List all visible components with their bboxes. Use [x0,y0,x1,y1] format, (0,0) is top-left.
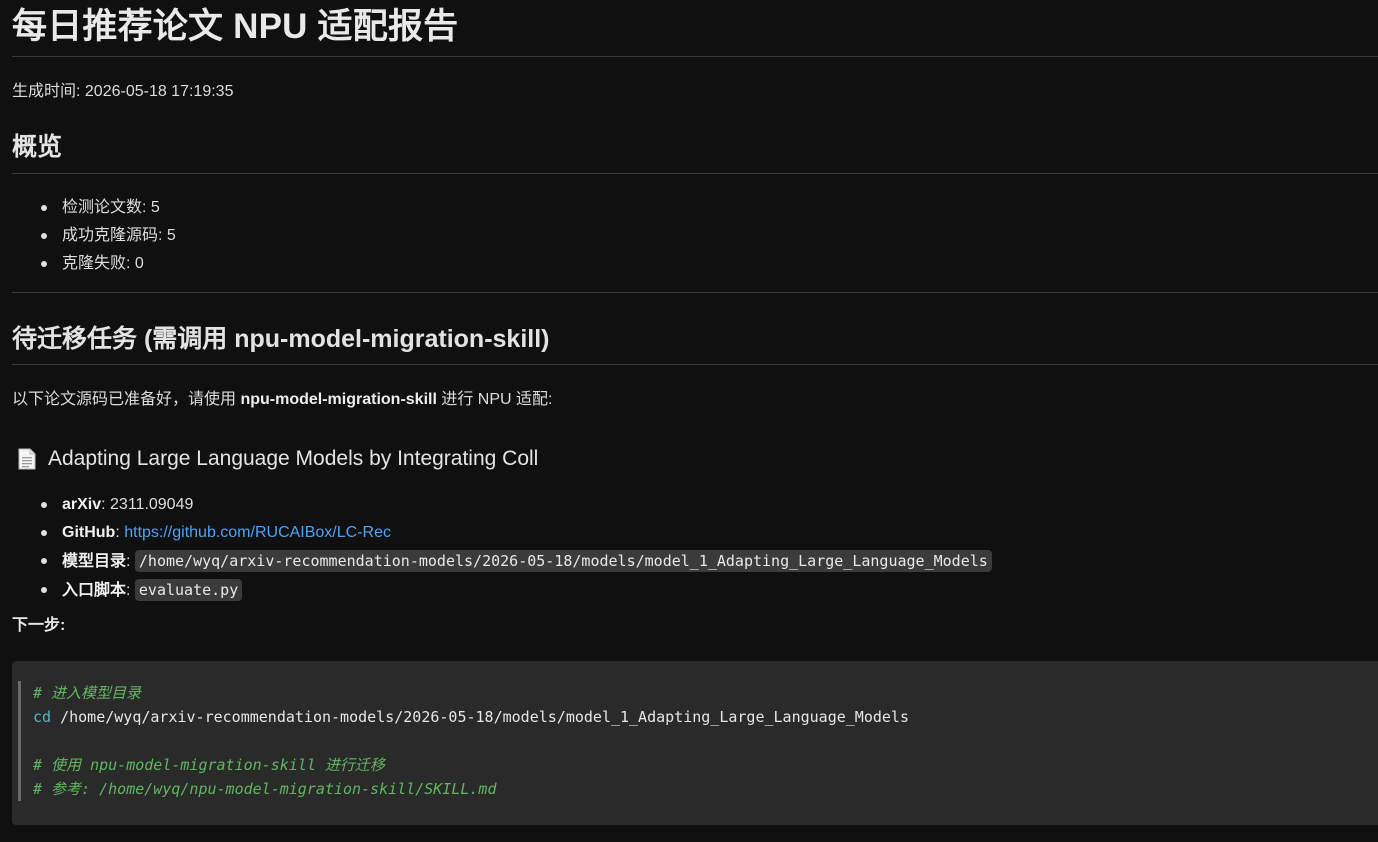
section-divider [12,292,1378,293]
code-content: # 进入模型目录 cd /home/wyq/arxiv-recommendati… [18,681,1378,801]
list-item: 成功克隆源码: 5 [12,222,1378,250]
overview-heading: 概览 [12,133,63,161]
model-dir-path: /home/wyq/arxiv-recommendation-models/20… [134,550,992,572]
paper-title: Adapting Large Language Models by Integr… [48,447,539,470]
code-comment: # 使用 npu-model-migration-skill 进行迁移 [33,756,385,774]
generated-time: 生成时间: 2026-05-18 17:19:35 [12,83,234,100]
list-item-model-dir: 模型目录: /home/wyq/arxiv-recommendation-mod… [12,547,1378,576]
page-title: 每日推荐论文 NPU 适配报告 [12,7,459,46]
intro-skill-name: npu-model-migration-skill [240,391,437,408]
code-argument: /home/wyq/arxiv-recommendation-models/20… [51,708,909,726]
pending-intro: 以下论文源码已准备好，请使用 npu-model-migration-skill… [12,389,1378,411]
pending-heading: 待迁移任务 (需调用 npu-model-migration-skill) [12,325,550,353]
model-dir-label: 模型目录 [62,553,127,570]
next-step-label: 下一步: [12,617,66,634]
github-link[interactable]: https://github.com/RUCAIBox/LC-Rec [124,524,391,541]
code-command: cd [33,708,52,726]
report-page: 每日推荐论文 NPU 适配报告 生成时间: 2026-05-18 17:19:3… [0,0,1378,842]
title-divider [12,56,1378,57]
overview-divider [12,173,1378,174]
intro-prefix: 以下论文源码已准备好，请使用 [12,391,241,408]
code-comment: # 进入模型目录 [33,684,142,702]
arxiv-label: arXiv [62,496,102,513]
document-icon [18,448,36,470]
code-comment: # 参考: /home/wyq/npu-model-migration-skil… [33,780,497,798]
entry-script: evaluate.py [134,579,243,601]
entry-label: 入口脚本 [62,582,127,599]
arxiv-value: 2311.09049 [110,496,194,513]
paper-details-list: arXiv: 2311.09049 GitHub: https://github… [12,491,1378,605]
github-label: GitHub [62,524,116,541]
code-block[interactable]: # 进入模型目录 cd /home/wyq/arxiv-recommendati… [12,661,1378,825]
paper-heading: Adapting Large Language Models by Integr… [12,445,1378,473]
pending-divider [12,364,1378,365]
list-item-arxiv: arXiv: 2311.09049 [12,491,1378,519]
list-item-entry: 入口脚本: evaluate.py [12,576,1378,605]
code-line: cd /home/wyq/arxiv-recommendation-models… [33,705,1378,729]
list-item: 克隆失败: 0 [12,250,1378,278]
intro-suffix: 进行 NPU 适配: [436,391,553,408]
list-item: 检测论文数: 5 [12,194,1378,222]
list-item-github: GitHub: https://github.com/RUCAIBox/LC-R… [12,519,1378,547]
overview-list: 检测论文数: 5 成功克隆源码: 5 克隆失败: 0 [12,194,1378,278]
